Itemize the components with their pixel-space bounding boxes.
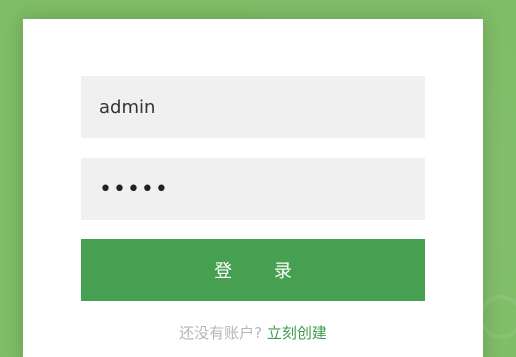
password-input[interactable] xyxy=(81,158,425,220)
signup-prompt-row: 还没有账户? 立刻创建 xyxy=(81,322,425,343)
login-button[interactable]: 登 录 xyxy=(81,239,425,301)
decorative-circle-icon xyxy=(479,295,516,339)
signup-prompt-text: 还没有账户? xyxy=(179,324,263,342)
login-card: 登 录 还没有账户? 立刻创建 xyxy=(23,19,483,357)
username-input[interactable] xyxy=(81,76,425,138)
create-account-link[interactable]: 立刻创建 xyxy=(267,324,327,342)
